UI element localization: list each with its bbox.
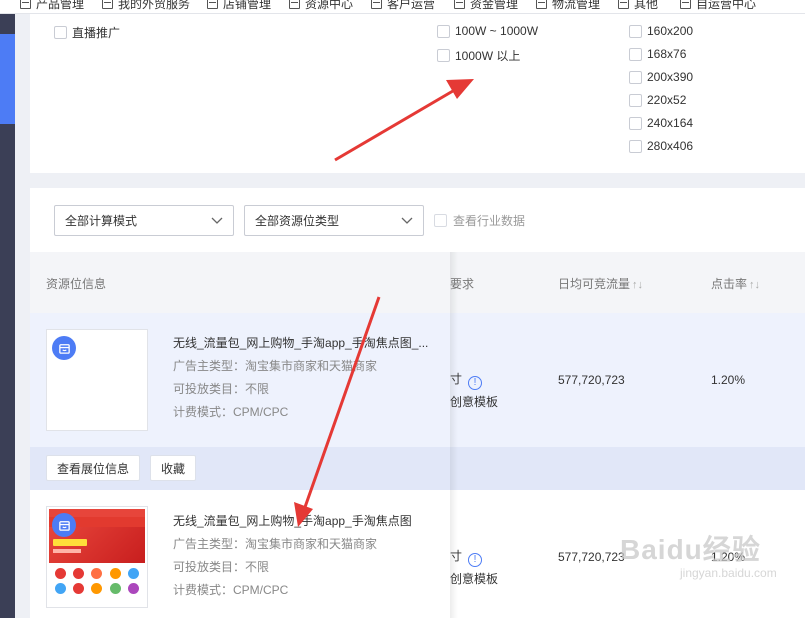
menu-icon [536,0,547,9]
row-action-bar [30,447,805,490]
favorite-button[interactable]: 收藏 [150,455,196,481]
industry-data-checkbox[interactable]: 查看行业数据 [434,212,525,229]
menu-icon [454,0,465,9]
menu-icon [618,0,629,9]
resource-thumbnail[interactable] [46,329,148,431]
baidu-watermark: Baidu经验 jingyan.baidu.com [620,534,777,580]
sort-icon[interactable]: ↑↓ [749,279,760,291]
checkbox[interactable] [629,139,642,153]
chevron-down-icon [401,217,413,224]
filter-size-160x200[interactable]: 160x200 [629,24,693,38]
info-icon[interactable]: ! [468,375,483,390]
info-icon[interactable]: ! [468,552,483,567]
resource-title[interactable]: 无线_流量包_网上购物_手淘app_手淘焦点图 [173,510,435,533]
resource-info: 无线_流量包_网上购物_手淘app_手淘焦点图_... 广告主类型：淘宝集市商家… [173,332,435,424]
left-sidebar [0,14,15,618]
checkbox[interactable] [437,49,450,62]
resource-type-select[interactable]: 全部资源位类型 [244,205,424,236]
chevron-down-icon [211,217,223,224]
advertiser-type: 广告主类型：淘宝集市商家和天猫商家 [173,537,378,551]
resource-title[interactable]: 无线_流量包_网上购物_手淘app_手淘焦点图_... [173,332,435,355]
filter-size-240x164[interactable]: 240x164 [629,116,693,130]
top-navigation: 产品管理 我的外贸服务 店铺管理 资源中心 客户运营 资金管理 物流管理 其他 … [0,0,805,14]
sort-icon[interactable]: ↑↓ [632,279,643,291]
nav-item-resources[interactable]: 资源中心 [289,0,353,12]
shop-icon [52,336,76,360]
header-daily-traffic[interactable]: 日均可竞流量 ↑↓ [558,275,643,292]
nav-item-trade-services[interactable]: 我的外贸服务 [102,0,190,12]
billing-mode: 计费模式：CPM/CPC [173,583,289,597]
category: 可投放类目：不限 [173,382,270,396]
nav-item-self-operation[interactable]: 自运营中心 [680,0,756,12]
table-header: 资源位信息 要求 日均可竞流量 ↑↓ 点击率 ↑↓ [30,252,805,313]
checkbox[interactable] [629,93,642,107]
resource-info: 无线_流量包_网上购物_手淘app_手淘焦点图 广告主类型：淘宝集市商家和天猫商… [173,510,435,602]
menu-icon [680,0,691,9]
nav-item-store[interactable]: 店铺管理 [207,0,271,12]
checkbox[interactable] [629,24,642,38]
filter-traffic-100w-1000w[interactable]: 100W ~ 1000W [437,24,538,38]
category: 可投放类目：不限 [173,560,270,574]
filter-size-168x76[interactable]: 168x76 [629,47,686,61]
menu-icon [102,0,113,9]
header-resource-info: 资源位信息 [46,277,107,291]
daily-traffic-value: 577,720,723 [558,373,625,387]
filter-size-280x406[interactable]: 280x406 [629,139,693,153]
checkbox[interactable] [437,24,450,38]
nav-item-logistics[interactable]: 物流管理 [536,0,600,12]
nav-item-other[interactable]: 其他 [618,0,658,12]
filter-live-promo[interactable]: 直播推广 [54,24,120,41]
menu-icon [207,0,218,9]
resource-thumbnail[interactable] [46,506,148,608]
daily-traffic-value: 577,720,723 [558,550,625,564]
nav-item-customers[interactable]: 客户运营 [371,0,435,12]
billing-mode-select[interactable]: 全部计算模式 [54,205,234,236]
menu-icon [20,0,31,9]
filter-traffic-1000w-plus[interactable]: 1000W 以上 [437,47,520,64]
checkbox[interactable] [629,116,642,130]
filter-size-200x390[interactable]: 200x390 [629,70,693,84]
ctr-value: 1.20% [711,373,746,387]
checkbox[interactable] [629,70,642,84]
checkbox[interactable] [434,214,447,227]
advertiser-type: 广告主类型：淘宝集市商家和天猫商家 [173,359,378,373]
view-slot-info-button[interactable]: 查看展位信息 [46,455,140,481]
billing-mode: 计费模式：CPM/CPC [173,405,289,419]
checkbox[interactable] [629,47,642,61]
filter-panel: 直播推广 100W ~ 1000W 1000W 以上 160x200 168x7… [30,14,805,173]
nav-item-products[interactable]: 产品管理 [20,0,84,12]
nav-item-funds[interactable]: 资金管理 [454,0,518,12]
frozen-column-shadow [450,252,458,618]
header-ctr[interactable]: 点击率 ↑↓ [711,275,760,292]
menu-icon [289,0,300,9]
menu-icon [371,0,382,9]
shop-icon [52,513,76,537]
filter-size-220x52[interactable]: 220x52 [629,93,686,107]
checkbox[interactable] [54,26,67,39]
sidebar-active-item[interactable] [0,34,15,124]
